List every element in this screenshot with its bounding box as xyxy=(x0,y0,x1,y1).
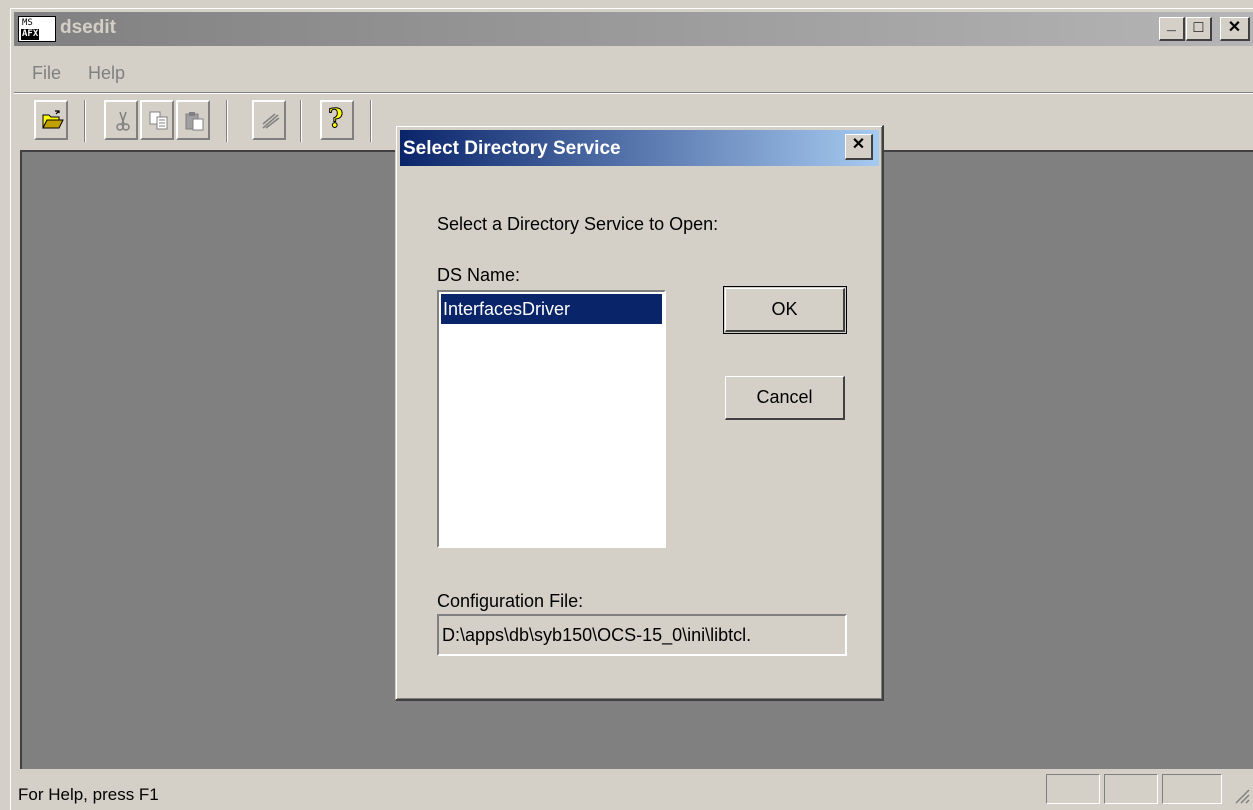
help-icon: ? xyxy=(327,104,344,135)
open-button[interactable] xyxy=(34,100,68,140)
close-button[interactable]: ✕ xyxy=(1220,17,1250,41)
toolbar-separator xyxy=(370,100,372,142)
status-panel xyxy=(1046,774,1100,804)
paste-icon xyxy=(185,112,204,131)
toolbar-separator xyxy=(226,100,228,142)
ok-button[interactable]: OK xyxy=(725,288,845,332)
menu-help[interactable]: Help xyxy=(88,63,125,84)
copy-icon xyxy=(149,111,168,130)
configuration-file-label: Configuration File: xyxy=(437,591,584,611)
cut-button[interactable] xyxy=(104,100,138,140)
ds-name-listbox[interactable] xyxy=(437,290,666,548)
copy-button[interactable] xyxy=(140,100,174,140)
dialog-title: Select Directory Service xyxy=(403,138,621,159)
mfc-app-icon[interactable]: MS AFX xyxy=(18,16,56,42)
title-bar[interactable] xyxy=(14,12,1253,46)
toolbar-divider xyxy=(14,92,1253,94)
open-folder-icon xyxy=(42,110,64,129)
maximize-icon: □ xyxy=(1193,19,1204,36)
toolbar-separator xyxy=(84,100,86,142)
help-button[interactable]: ? xyxy=(320,100,354,140)
cancel-button[interactable]: Cancel xyxy=(725,376,845,420)
menu-file[interactable]: File xyxy=(32,63,61,84)
status-panel xyxy=(1162,774,1222,804)
modify-button[interactable] xyxy=(252,100,286,140)
ds-name-label: DS Name: xyxy=(437,265,521,285)
list-item[interactable]: InterfacesDriver xyxy=(441,294,662,324)
minimize-icon: _ xyxy=(1167,16,1176,33)
app-icon-afx-text: AFX xyxy=(21,29,40,40)
close-icon: ✕ xyxy=(851,136,866,153)
maximize-button[interactable]: □ xyxy=(1186,17,1212,41)
paste-button[interactable] xyxy=(176,100,210,140)
status-panel xyxy=(1104,774,1158,804)
window-title: dsedit xyxy=(60,17,116,38)
toolbar-separator xyxy=(300,100,302,142)
modify-icon xyxy=(262,113,280,129)
minimize-button[interactable]: _ xyxy=(1159,16,1185,41)
dialog-prompt: Select a Directory Service to Open: xyxy=(437,214,719,234)
status-text: For Help, press F1 xyxy=(18,785,159,804)
configuration-file-field[interactable]: D:\apps\db\syb150\OCS-15_0\ini\libtcl. xyxy=(437,614,847,656)
size-grip-icon[interactable] xyxy=(1230,784,1250,804)
cut-icon xyxy=(116,111,130,131)
dialog-close-button[interactable]: ✕ xyxy=(845,134,873,160)
app-icon-ms-text: MS xyxy=(22,18,33,28)
close-icon: ✕ xyxy=(1227,19,1242,36)
